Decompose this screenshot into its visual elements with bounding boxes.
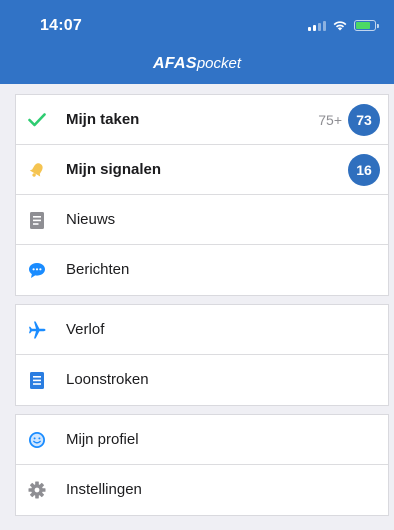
count-badge: 73: [348, 104, 380, 136]
menu-item-mijn-signalen[interactable]: Mijn signalen 16: [16, 145, 388, 195]
menu-section-main: Mijn taken 75+ 73 Mijn signalen 16 Nieuw…: [16, 95, 388, 295]
check-icon: [27, 110, 47, 130]
menu-item-label: Berichten: [66, 261, 130, 278]
menu-item-label: Nieuws: [66, 211, 116, 228]
menu-item-verlof[interactable]: Verlof: [16, 305, 388, 355]
task-count-text: 75+: [318, 112, 342, 128]
menu-item-nieuws[interactable]: Nieuws: [16, 195, 388, 245]
wifi-icon: [333, 21, 347, 31]
menu-item-label: Instellingen: [66, 481, 142, 498]
status-time: 14:07: [40, 17, 82, 34]
menu-item-berichten[interactable]: Berichten: [16, 245, 388, 295]
menu-item-label: Verlof: [66, 321, 105, 338]
news-document-icon: [27, 210, 47, 230]
cellular-signal-icon: [308, 20, 326, 31]
app-screen: 14:07 AFASpocket Mijn taken 75+ 73 Mijn …: [0, 0, 394, 530]
menu-item-label: Mijn signalen: [66, 161, 162, 178]
logo-subtitle: pocket: [196, 55, 242, 72]
menu-item-instellingen[interactable]: Instellingen: [16, 465, 388, 515]
menu-section-account: Mijn profiel Instellingen: [16, 415, 388, 515]
menu-item-label: Mijn profiel: [66, 431, 139, 448]
menu-item-loonstroken[interactable]: Loonstroken: [16, 355, 388, 405]
status-icons: [308, 19, 379, 31]
chat-bubble-icon: [27, 260, 47, 280]
menu-item-mijn-profiel[interactable]: Mijn profiel: [16, 415, 388, 465]
smiley-profile-icon: [27, 430, 47, 450]
menu-section-hr: Verlof Loonstroken: [16, 305, 388, 405]
count-badge: 16: [348, 154, 380, 186]
app-header: 14:07 AFASpocket: [0, 0, 394, 84]
menu-item-mijn-taken[interactable]: Mijn taken 75+ 73: [16, 95, 388, 145]
airplane-icon: [27, 320, 47, 340]
payslip-document-icon: [27, 370, 47, 390]
app-logo: AFASpocket: [0, 55, 394, 73]
battery-icon: [354, 20, 379, 31]
logo-brand: AFAS: [152, 55, 197, 72]
menu-item-label: Mijn taken: [66, 111, 140, 128]
bell-icon: [27, 160, 47, 180]
gear-icon: [27, 480, 47, 500]
menu-item-label: Loonstroken: [66, 371, 149, 388]
